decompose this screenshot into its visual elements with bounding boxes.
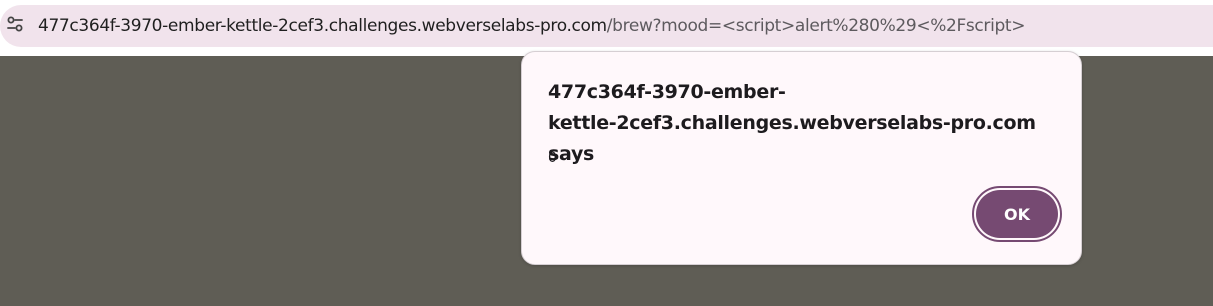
site-info-button[interactable] <box>2 13 28 39</box>
alert-dialog: 477c364f-3970-ember- kettle-2cef3.challe… <box>521 51 1082 265</box>
ok-button[interactable]: OK <box>972 186 1062 242</box>
url-text[interactable]: 477c364f-3970-ember-kettle-2cef3.challen… <box>38 5 1025 47</box>
dialog-message: 0 <box>548 150 557 166</box>
tune-icon <box>6 15 24 38</box>
dialog-title: 477c364f-3970-ember- kettle-2cef3.challe… <box>548 77 1048 170</box>
ok-button-label: OK <box>976 190 1058 238</box>
dialog-title-line-1: 477c364f-3970-ember- <box>548 81 786 103</box>
address-bar[interactable]: 477c364f-3970-ember-kettle-2cef3.challen… <box>0 5 1213 47</box>
url-host: 477c364f-3970-ember-kettle-2cef3.challen… <box>38 16 607 36</box>
url-path: /brew?mood=<script>alert%280%29<%2Fscrip… <box>606 16 1026 36</box>
browser-toolbar: 477c364f-3970-ember-kettle-2cef3.challen… <box>0 0 1213 56</box>
dialog-title-line-2: kettle-2cef3.challenges.webverselabs-pro… <box>548 112 1036 165</box>
